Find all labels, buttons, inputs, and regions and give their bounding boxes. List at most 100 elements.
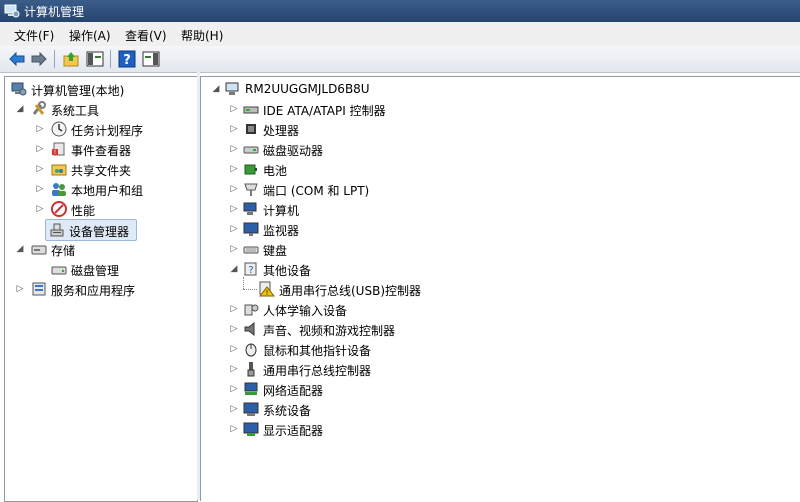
tree-item-root[interactable]: 计算机管理(本地)	[7, 79, 195, 99]
expand-arrow-icon[interactable]: ▷	[229, 379, 239, 399]
tree-item-local-users[interactable]: ▷ 本地用户和组	[7, 179, 195, 199]
expand-arrow-icon[interactable]: ▷	[229, 299, 239, 319]
tree-label: 设备管理器	[69, 225, 130, 239]
device-category-port[interactable]: ▷ 端口 (COM 和 LPT)	[229, 179, 629, 199]
tree-item-system-tools[interactable]: ◢ 系统工具	[7, 99, 195, 119]
tree-connector	[243, 277, 244, 289]
expand-arrow-icon[interactable]: ▷	[229, 159, 239, 179]
show-hide-action-pane-icon[interactable]	[142, 50, 160, 68]
device-category-system-device[interactable]: ▷ 系统设备	[229, 399, 629, 419]
processor-icon	[246, 124, 256, 134]
expand-arrow-icon[interactable]: ▷	[229, 119, 239, 139]
toolbar-separator	[54, 50, 55, 68]
device-root[interactable]: ◢ RM2UUGGMJLD6B8U	[211, 79, 611, 99]
device-category-processor[interactable]: ▷ 处理器	[229, 119, 629, 139]
menu-action[interactable]: 操作(A)	[69, 27, 111, 44]
expand-arrow-icon[interactable]: ▷	[35, 119, 45, 139]
services-icon	[32, 282, 46, 296]
device-manager-icon	[50, 223, 64, 237]
forward-icon[interactable]	[30, 50, 48, 68]
help-icon[interactable]: ?	[118, 50, 136, 68]
device-category-computer[interactable]: ▷ 计算机	[229, 199, 629, 219]
tree-label: 共享文件夹	[71, 164, 132, 178]
computer-management-icon	[11, 82, 27, 96]
tree-item-disk-management[interactable]: 磁盘管理	[7, 259, 195, 279]
device-category-monitor[interactable]: ▷ 监视器	[229, 219, 629, 239]
back-icon[interactable]	[8, 50, 26, 68]
tree-item-device-manager[interactable]: 设备管理器	[45, 219, 137, 241]
expand-arrow-icon[interactable]: ▷	[229, 419, 239, 439]
expand-arrow-icon[interactable]: ▷	[35, 139, 45, 159]
expand-arrow-icon[interactable]: ▷	[15, 279, 25, 299]
device-category-label: 显示适配器	[263, 424, 324, 438]
expand-arrow-icon[interactable]: ▷	[229, 219, 239, 239]
expand-arrow-icon[interactable]: ▷	[229, 139, 239, 159]
monitor-icon	[243, 222, 259, 236]
tree-item-storage[interactable]: ◢ 存储	[7, 239, 195, 259]
tree-item-event-viewer[interactable]: ▷ ! 事件查看器	[7, 139, 195, 159]
up-icon[interactable]	[62, 50, 80, 68]
collapse-arrow-icon[interactable]: ◢	[15, 99, 25, 119]
device-category-sound[interactable]: ▷ 声音、视频和游戏控制器	[229, 319, 629, 339]
menu-help[interactable]: 帮助(H)	[181, 27, 223, 44]
device-category-ide-controller[interactable]: ▷ IDE ATA/ATAPI 控制器	[229, 99, 629, 119]
expand-arrow-icon[interactable]: ▷	[229, 339, 239, 359]
system-tools-icon	[32, 101, 46, 115]
collapse-arrow-icon[interactable]: ◢	[211, 79, 221, 99]
computer-management-icon	[4, 4, 20, 18]
port-icon	[244, 183, 258, 196]
device-category-label: 其他设备	[263, 264, 312, 278]
tree-label: 本地用户和组	[71, 184, 144, 198]
device-item-label: 通用串行总线(USB)控制器	[279, 284, 421, 298]
show-hide-tree-icon[interactable]	[86, 50, 104, 68]
window-title: 计算机管理	[24, 5, 85, 19]
expand-arrow-icon[interactable]: ▷	[229, 359, 239, 379]
hid-icon	[244, 304, 259, 316]
expand-arrow-icon[interactable]: ▷	[229, 399, 239, 419]
device-category-label: 处理器	[263, 124, 300, 138]
svg-text:!: !	[266, 289, 269, 297]
device-category-label: IDE ATA/ATAPI 控制器	[263, 104, 386, 118]
computer-name: RM2UUGGMJLD6B8U	[245, 82, 370, 96]
warning-device-icon: !	[259, 281, 275, 297]
expand-arrow-icon[interactable]: ▷	[229, 239, 239, 259]
collapse-arrow-icon[interactable]: ◢	[229, 259, 239, 279]
device-category-battery[interactable]: ▷ 电池	[229, 159, 629, 179]
unknown-device-icon: ?	[244, 262, 257, 276]
console-tree[interactable]: 计算机管理(本地) ◢ 系统工具 ▷ 任务计划程序 ▷ ! 事件查看器 ▷ 共享…	[4, 76, 198, 502]
menu-file[interactable]: 文件(F)	[14, 27, 54, 44]
tree-item-shared-folders[interactable]: ▷ 共享文件夹	[7, 159, 195, 179]
tree-item-services-apps[interactable]: ▷ 服务和应用程序	[7, 279, 195, 299]
menu-view[interactable]: 查看(V)	[125, 27, 167, 44]
tree-item-performance[interactable]: ▷ 性能	[7, 199, 195, 219]
expand-arrow-icon[interactable]: ▷	[229, 319, 239, 339]
usb-icon	[247, 362, 255, 377]
expand-arrow-icon[interactable]: ▷	[229, 99, 239, 119]
expand-arrow-icon[interactable]: ▷	[35, 159, 45, 179]
expand-arrow-icon[interactable]: ▷	[35, 199, 45, 219]
device-category-label: 系统设备	[263, 404, 312, 418]
expand-arrow-icon[interactable]: ▷	[35, 179, 45, 199]
device-category-network-adapter[interactable]: ▷ 网络适配器	[229, 379, 629, 399]
storage-icon	[31, 245, 47, 255]
device-tree[interactable]: ◢ RM2UUGGMJLD6B8U ▷ IDE ATA/ATAPI 控制器 ▷ 处理器…	[200, 76, 800, 501]
tree-label: 系统工具	[51, 104, 100, 118]
device-category-mouse[interactable]: ▷ 鼠标和其他指针设备	[229, 339, 629, 359]
expand-arrow-icon[interactable]: ▷	[229, 199, 239, 219]
disk-drive-icon	[243, 146, 259, 154]
tree-item-task-scheduler[interactable]: ▷ 任务计划程序	[7, 119, 195, 139]
expand-arrow-icon[interactable]: ▷	[229, 179, 239, 199]
device-item-usb-controller-warning[interactable]: ! 通用串行总线(USB)控制器	[259, 279, 659, 299]
device-category-hid[interactable]: ▷ 人体学输入设备	[229, 299, 629, 319]
device-category-label: 人体学输入设备	[263, 304, 348, 318]
device-category-keyboard[interactable]: ▷ 键盘	[229, 239, 629, 259]
collapse-arrow-icon[interactable]: ◢	[15, 239, 25, 259]
ide-controller-icon	[243, 106, 259, 114]
device-category-disk-drive[interactable]: ▷ 磁盘驱动器	[229, 139, 629, 159]
device-category-label: 键盘	[263, 244, 288, 258]
device-category-display-adapter[interactable]: ▷ 显示适配器	[229, 419, 629, 439]
device-category-unknown-device[interactable]: ◢? 其他设备	[229, 259, 629, 279]
performance-icon	[51, 201, 67, 217]
device-category-usb[interactable]: ▷ 通用串行总线控制器	[229, 359, 629, 379]
sound-icon	[244, 321, 255, 337]
